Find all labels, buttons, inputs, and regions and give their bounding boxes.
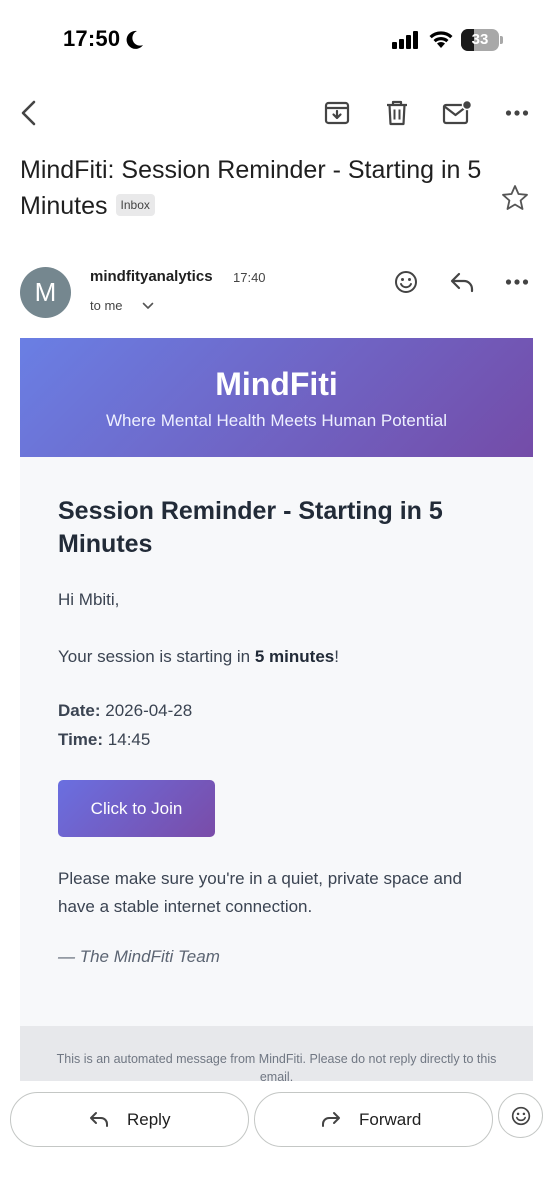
battery-indicator: 33 [461,29,503,51]
session-notice: Your session is starting in 5 minutes! [58,647,339,666]
trash-icon [387,100,407,126]
sent-time: 17:40 [233,270,266,285]
forward-label: Forward [359,1109,422,1129]
sender-name[interactable]: mindfityanalytics [90,268,213,285]
star-icon [502,185,528,210]
forward-button[interactable]: Forward [254,1092,493,1147]
status-time: 17:50 [63,26,121,51]
emoji-reaction-button[interactable] [498,1093,543,1138]
mark-unread-button[interactable] [440,96,474,130]
greeting: Hi Mbiti, [58,590,120,609]
bottom-action-bar: Reply Forward [0,1081,553,1200]
archive-button[interactable] [320,96,354,130]
brand-name: MindFiti [215,366,338,402]
email-toolbar [0,90,553,136]
delete-button[interactable] [380,96,414,130]
reply-icon [450,272,474,293]
email-signoff: — The MindFiti Team [58,947,220,966]
minutes-emphasis: 5 minutes [254,647,335,666]
back-button[interactable] [12,96,46,130]
archive-icon [324,101,350,125]
email-body: MindFiti Where Mental Health Meets Human… [20,338,533,1081]
signal-icon [392,31,418,49]
wifi-icon [429,31,453,48]
email-heading: Session Reminder - Starting in 5 Minutes [58,497,443,558]
mark-unread-icon [442,100,472,125]
reply-icon [90,1111,108,1127]
more-horiz-icon [505,279,529,285]
more-options-button[interactable] [500,96,534,130]
chevron-down-icon[interactable] [142,302,154,310]
more-horiz-icon [505,110,529,116]
forward-icon [322,1111,340,1127]
back-arrow-icon [21,100,36,126]
email-banner: MindFiti Where Mental Health Meets Human… [20,338,533,457]
join-session-button[interactable]: Click to Join [58,780,215,837]
star-button[interactable] [500,183,530,213]
emoji-icon [395,271,417,293]
status-bar: 17:50 33 [0,0,553,80]
email-footer: This is an automated message from MindFi… [20,1026,533,1081]
preparation-note: Please make sure you're in a quiet, priv… [58,869,462,916]
email-content: Session Reminder - Starting in 5 Minutes… [20,457,533,967]
email-subject: MindFiti: Session Reminder - Starting in… [20,152,490,224]
subject-text: MindFiti: Session Reminder - Starting in… [20,156,482,220]
moon-icon [126,30,143,49]
recipient-label[interactable]: to me [90,298,123,313]
session-date: Date: 2026-04-28 [58,701,193,720]
emoji-icon [511,1106,530,1125]
inbox-label-chip[interactable]: Inbox [115,194,155,217]
session-time: Time: 14:45 [58,730,151,749]
message-more-button[interactable] [502,267,532,297]
battery-level: 33 [471,31,489,48]
brand-tagline: Where Mental Health Meets Human Potentia… [105,411,448,430]
react-emoji-button[interactable] [391,267,421,297]
reply-button[interactable]: Reply [10,1092,249,1147]
sender-avatar[interactable]: M [20,267,71,318]
reply-inline-button[interactable] [447,267,477,297]
reply-label: Reply [127,1109,171,1129]
